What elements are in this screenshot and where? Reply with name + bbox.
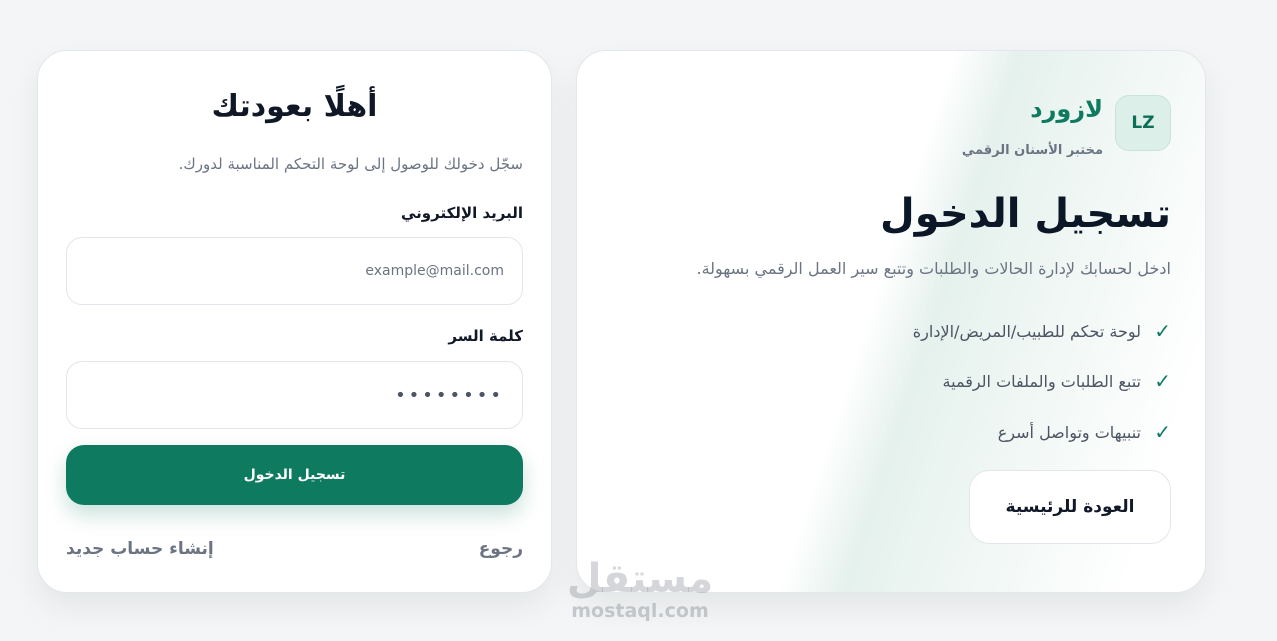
feature-item: ✓ تتبع الطلبات والملفات الرقمية: [943, 369, 1171, 393]
welcome-subtitle: سجّل دخولك للوصول إلى لوحة التحكم المناس…: [178, 155, 523, 173]
info-card: LZ لازورد مختبر الأسنان الرقمي تسجيل الد…: [576, 50, 1206, 593]
password-input[interactable]: [66, 361, 523, 429]
check-icon: ✓: [1154, 319, 1171, 343]
login-card: أهلًا بعودتك سجّل دخولك للوصول إلى لوحة …: [37, 50, 552, 593]
check-icon: ✓: [1154, 420, 1171, 444]
feature-label: لوحة تحكم للطبيب/المريض/الإدارة: [912, 321, 1141, 341]
login-form: أهلًا بعودتك سجّل دخولك للوصول إلى لوحة …: [66, 51, 523, 592]
brand-logo: LZ: [1115, 95, 1171, 151]
password-label: كلمة السر: [448, 327, 523, 345]
feature-label: تنبيهات وتواصل أسرع: [997, 422, 1141, 442]
feature-label: تتبع الطلبات والملفات الرقمية: [942, 371, 1141, 391]
info-panel: LZ لازورد مختبر الأسنان الرقمي تسجيل الد…: [609, 51, 1171, 592]
register-link[interactable]: إنشاء حساب جديد: [66, 539, 214, 559]
brand-tagline: مختبر الأسنان الرقمي: [961, 143, 1103, 158]
email-input[interactable]: [66, 237, 523, 305]
check-icon: ✓: [1154, 369, 1171, 393]
feature-item: ✓ لوحة تحكم للطبيب/المريض/الإدارة: [913, 319, 1171, 343]
home-button[interactable]: العودة للرئيسية: [969, 470, 1171, 544]
email-label: البريد الإلكتروني: [401, 204, 523, 222]
welcome-title: أهلًا بعودتك: [211, 89, 378, 124]
feature-item: ✓ تنبيهات وتواصل أسرع: [998, 420, 1171, 444]
brand-name: لازورد: [1030, 95, 1103, 123]
watermark-url: mostaql.com: [571, 600, 709, 622]
back-link[interactable]: رجوع: [479, 539, 523, 559]
login-submit-button[interactable]: تسجيل الدخول: [66, 445, 523, 505]
info-subtitle: ادخل لحسابك لإدارة الحالات والطلبات وتتب…: [696, 259, 1172, 278]
info-title: تسجيل الدخول: [880, 191, 1171, 237]
